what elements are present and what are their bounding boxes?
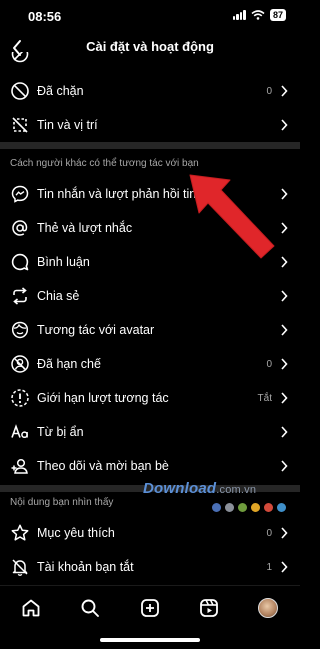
- row-label: Từ bị ẩn: [37, 425, 84, 439]
- status-icons: 87: [232, 9, 286, 21]
- row-label: Theo dõi và mời bạn bè: [37, 459, 169, 473]
- row-label: Chia sẻ: [37, 289, 80, 303]
- avatar: [258, 598, 278, 618]
- chevron-right-icon: [278, 118, 290, 132]
- limit-icon: [10, 388, 30, 408]
- messenger-icon: [10, 184, 30, 204]
- row-label: Tin nhắn và lượt phản hồi tin: [37, 187, 197, 201]
- row-value: 0: [266, 85, 272, 97]
- battery-indicator: 87: [269, 9, 286, 21]
- settings-row-favorites[interactable]: Mục yêu thích 0: [0, 516, 300, 550]
- hidden-words-icon: [10, 422, 30, 442]
- row-value: 0: [266, 527, 272, 539]
- create-icon[interactable]: [138, 596, 162, 620]
- red-arrow-annotation: [189, 174, 275, 259]
- row-label: Đã chặn: [37, 84, 84, 98]
- header: Cài đặt và hoạt động: [0, 32, 300, 64]
- watermark-logo: Download.com.vn: [143, 480, 257, 497]
- home-indicator: [100, 638, 200, 642]
- settings-row-avatar-interactions[interactable]: Tương tác với avatar: [0, 313, 300, 347]
- wifi-icon: [251, 10, 265, 20]
- section-header-interactions: Cách người khác có thể tương tác với bạn: [10, 158, 199, 169]
- mute-bell-icon: [10, 557, 30, 577]
- row-label: Tin và vị trí: [37, 118, 98, 132]
- chevron-right-icon: [278, 391, 290, 405]
- watermark-dots: [212, 503, 286, 512]
- settings-row-hidden-words[interactable]: Từ bị ẩn: [0, 415, 300, 449]
- chevron-right-icon: [278, 84, 290, 98]
- chevron-right-icon: [278, 289, 290, 303]
- at-icon: [10, 218, 30, 238]
- reels-icon[interactable]: [197, 596, 221, 620]
- row-label: Mục yêu thích: [37, 526, 115, 540]
- row-value: Tắt: [257, 392, 272, 404]
- restricted-icon: [10, 354, 30, 374]
- chevron-right-icon: [278, 425, 290, 439]
- row-label: Bình luận: [37, 255, 90, 269]
- row-label: Thẻ và lượt nhắc: [37, 221, 133, 235]
- scrolled-item-icon: [10, 52, 30, 66]
- bottom-tab-bar: [0, 585, 300, 630]
- status-bar: 08:56 87: [0, 0, 300, 30]
- chevron-right-icon: [278, 357, 290, 371]
- add-person-icon: [10, 456, 30, 476]
- search-icon[interactable]: [78, 596, 102, 620]
- row-label: Giới hạn lượt tương tác: [37, 391, 169, 405]
- settings-row-story-location[interactable]: Tin và vị trí: [0, 108, 300, 142]
- row-label: Tương tác với avatar: [37, 323, 155, 337]
- settings-row-follow-invite[interactable]: Theo dõi và mời bạn bè: [0, 449, 300, 483]
- section-divider: [0, 142, 300, 149]
- settings-row-limit-interactions[interactable]: Giới hạn lượt tương tác Tắt: [0, 381, 300, 415]
- status-time: 08:56: [28, 9, 62, 24]
- chevron-right-icon: [278, 459, 290, 473]
- location-off-icon: [10, 115, 30, 135]
- cellular-signal-icon: [232, 10, 246, 20]
- row-label: Đã hạn chế: [37, 357, 101, 371]
- comment-icon: [10, 252, 30, 272]
- settings-row-blocked[interactable]: Đã chặn 0: [0, 74, 300, 108]
- chevron-right-icon: [278, 560, 290, 574]
- settings-row-sharing[interactable]: Chia sẻ: [0, 279, 300, 313]
- share-icon: [10, 286, 30, 306]
- star-icon: [10, 523, 30, 543]
- page-title: Cài đặt và hoạt động: [86, 39, 214, 54]
- settings-row-muted-accounts[interactable]: Tài khoản bạn tắt 1: [0, 550, 300, 584]
- chevron-right-icon: [278, 526, 290, 540]
- chevron-right-icon: [278, 323, 290, 337]
- row-value: 1: [266, 561, 272, 573]
- profile-avatar[interactable]: [256, 596, 280, 620]
- avatar-face-icon: [10, 320, 30, 340]
- block-icon: [10, 81, 30, 101]
- home-icon[interactable]: [19, 596, 43, 620]
- settings-row-restricted[interactable]: Đã hạn chế 0: [0, 347, 300, 381]
- row-label: Tài khoản bạn tắt: [37, 560, 134, 574]
- section-header-content: Nội dung bạn nhìn thấy: [10, 497, 114, 508]
- row-value: 0: [266, 358, 272, 370]
